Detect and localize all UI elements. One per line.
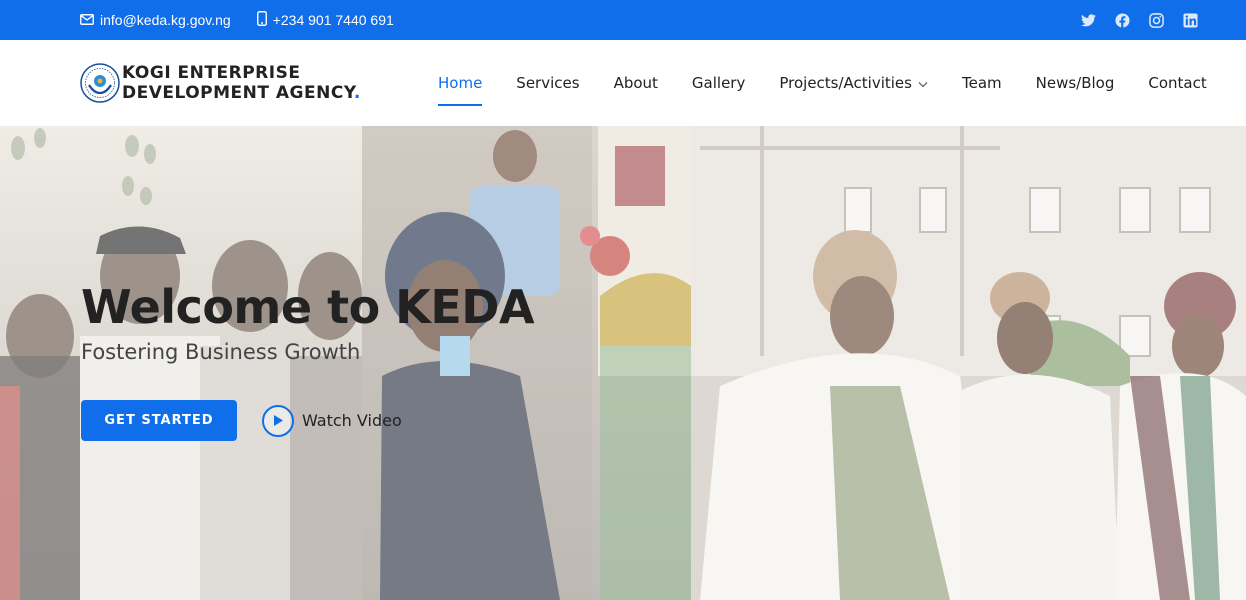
main-nav: Home Services About Gallery Projects/Act… (438, 40, 1241, 126)
play-icon (262, 404, 294, 437)
facebook-icon[interactable] (1114, 12, 1130, 28)
envelope-icon (80, 12, 94, 28)
get-started-button[interactable]: GET STARTED (81, 400, 237, 441)
hero-title: Welcome to KEDA (81, 280, 535, 334)
nav-team[interactable]: Team (962, 74, 1002, 92)
logo-line-1: KOGI ENTERPRISE (122, 63, 301, 83)
site-header: KOGI ENTERPRISE DEVELOPMENT AGENCY. Home… (0, 40, 1246, 126)
hero-subtitle: Fostering Business Growth (81, 340, 361, 364)
phone-text: +234 901 7440 691 (272, 12, 394, 28)
logo-line-2: DEVELOPMENT AGENCY. (122, 83, 361, 103)
top-bar: info@keda.kg.gov.ng +234 901 7440 691 (0, 0, 1246, 40)
linkedin-icon[interactable] (1182, 12, 1198, 28)
hero-section: Welcome to KEDA Fostering Business Growt… (0, 126, 1246, 600)
nav-projects-label: Projects/Activities (779, 74, 912, 92)
instagram-icon[interactable] (1148, 12, 1164, 28)
watch-video-link[interactable]: Watch Video (262, 404, 402, 437)
keda-emblem-icon (80, 63, 120, 103)
contact-info: info@keda.kg.gov.ng +234 901 7440 691 (80, 0, 394, 40)
nav-contact[interactable]: Contact (1148, 74, 1206, 92)
logo-text: KOGI ENTERPRISE DEVELOPMENT AGENCY. (122, 63, 361, 103)
email-text: info@keda.kg.gov.ng (100, 12, 231, 28)
social-links (1080, 0, 1198, 40)
twitter-icon[interactable] (1080, 12, 1096, 28)
email-link[interactable]: info@keda.kg.gov.ng (80, 12, 231, 28)
nav-home[interactable]: Home (438, 74, 483, 106)
site-logo[interactable]: KOGI ENTERPRISE DEVELOPMENT AGENCY. (80, 62, 361, 104)
nav-projects-activities[interactable]: Projects/Activities (779, 74, 928, 92)
nav-news-blog[interactable]: News/Blog (1036, 74, 1115, 92)
phone-icon (256, 11, 267, 29)
watch-video-label: Watch Video (302, 411, 402, 430)
nav-about[interactable]: About (614, 74, 658, 92)
phone-link[interactable]: +234 901 7440 691 (256, 11, 394, 29)
logo-dot: . (353, 83, 361, 103)
nav-services[interactable]: Services (516, 74, 579, 92)
chevron-down-icon (918, 74, 928, 92)
nav-gallery[interactable]: Gallery (692, 74, 745, 92)
hero-actions: GET STARTED Watch Video (81, 400, 402, 441)
hero-text: Welcome to KEDA Fostering Business Growt… (81, 280, 535, 364)
